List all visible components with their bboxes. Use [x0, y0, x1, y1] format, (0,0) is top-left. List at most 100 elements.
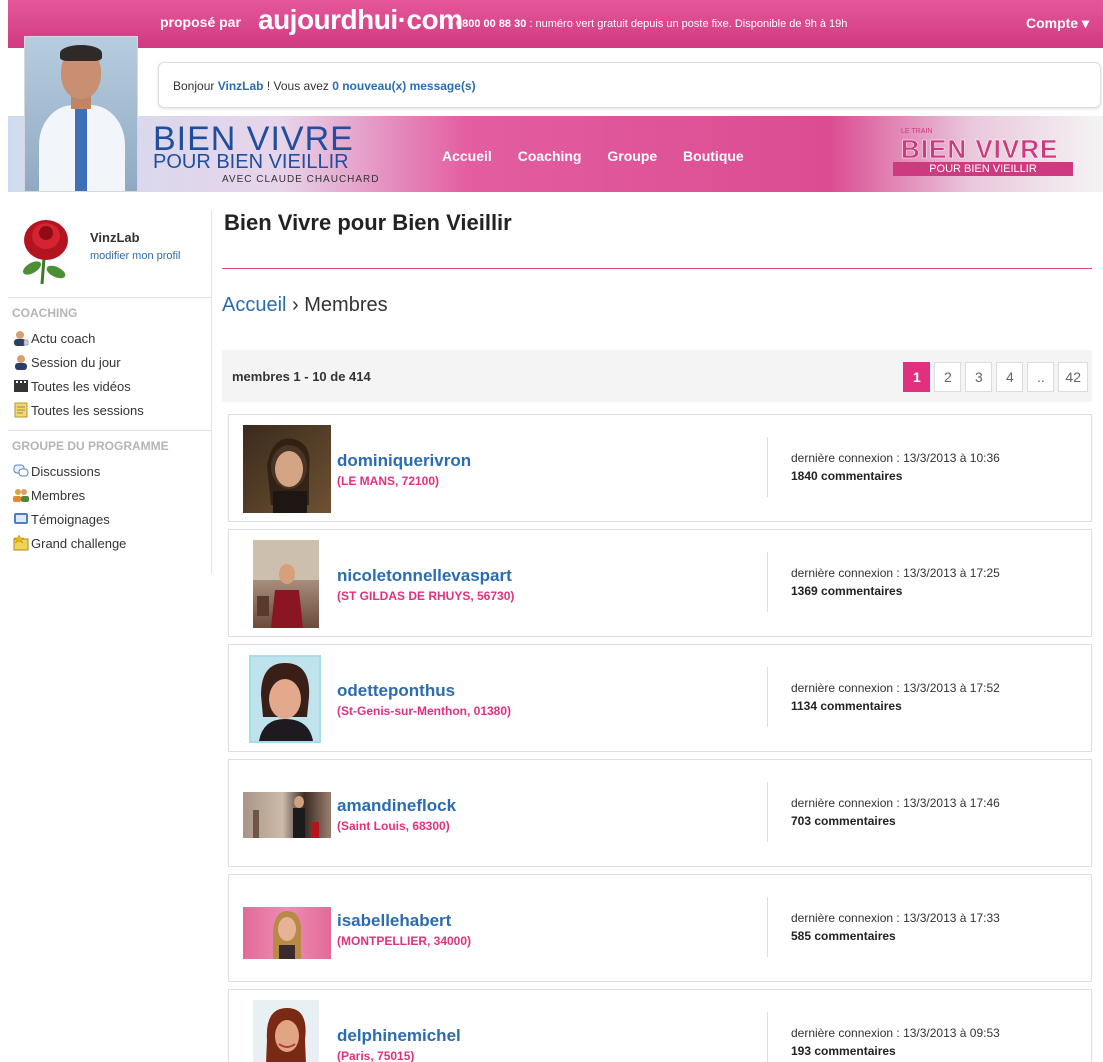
sidebar-item-label: Toutes les sessions — [31, 402, 144, 418]
avatar[interactable] — [18, 218, 74, 284]
member-divider — [767, 667, 768, 727]
members-icon — [12, 487, 29, 503]
sidebar-divider — [8, 430, 211, 431]
sidebar-item-toutes-les-sessions[interactable]: Toutes les sessions — [12, 398, 211, 422]
member-avatar[interactable] — [243, 425, 331, 513]
member-avatar[interactable] — [253, 540, 319, 628]
member-last-login: dernière connexion : 13/3/2013 à 09:53 — [791, 1026, 1000, 1040]
members-list-header: membres 1 - 10 de 414 1 2 3 4 .. 42 — [222, 350, 1092, 402]
group-list: Discussions Membres Témoignages Grand ch… — [8, 459, 211, 555]
nav-boutique[interactable]: Boutique — [683, 148, 744, 164]
member-card: amandineflock (Saint Louis, 68300) derni… — [228, 759, 1092, 867]
member-name-link[interactable]: amandineflock — [337, 796, 456, 816]
member-last-login: dernière connexion : 13/3/2013 à 17:46 — [791, 796, 1000, 810]
sidebar-item-label: Toutes les vidéos — [31, 378, 131, 394]
member-name-link[interactable]: dominiquerivron — [337, 451, 471, 471]
member-name-link[interactable]: delphinemichel — [337, 1026, 461, 1046]
account-menu[interactable]: Compte ▾ — [1026, 15, 1089, 32]
sidebar-item-toutes-les-videos[interactable]: Toutes les vidéos — [12, 374, 211, 398]
member-name-link[interactable]: isabellehabert — [337, 911, 451, 931]
member-divider — [767, 1012, 768, 1062]
sidebar-item-session-du-jour[interactable]: Session du jour — [12, 350, 211, 374]
page-title: Bien Vivre pour Bien Vieillir — [224, 210, 512, 235]
train-logo-big: BIEN VIVRE — [901, 134, 1059, 165]
proposed-by-text: proposé par — [160, 14, 241, 30]
member-comments: 703 commentaires — [791, 814, 896, 828]
member-divider — [767, 552, 768, 612]
aujourdhui-logo[interactable]: aujourdhui·com — [258, 4, 463, 36]
member-last-login: dernière connexion : 13/3/2013 à 17:25 — [791, 566, 1000, 580]
film-icon — [12, 378, 29, 394]
member-card: nicoletonnellevaspart (ST GILDAS DE RHUY… — [228, 529, 1092, 637]
messages-link[interactable]: 0 nouveau(x) message(s) — [332, 79, 475, 93]
member-avatar[interactable] — [249, 655, 321, 743]
breadcrumb-current: Membres — [304, 294, 388, 316]
title-divider — [222, 268, 1092, 269]
member-location: (LE MANS, 72100) — [337, 474, 440, 488]
member-comments: 1134 commentaires — [791, 699, 902, 713]
members-list: dominiquerivron (LE MANS, 72100) dernièr… — [228, 414, 1092, 1062]
nav-coaching[interactable]: Coaching — [518, 148, 582, 164]
member-card: dominiquerivron (LE MANS, 72100) dernièr… — [228, 414, 1092, 522]
user-icon — [12, 354, 29, 370]
member-last-login: dernière connexion : 13/3/2013 à 17:33 — [791, 911, 1000, 925]
sidebar-item-discussions[interactable]: Discussions — [12, 459, 211, 483]
member-location: (ST GILDAS DE RHUYS, 56730) — [337, 589, 515, 603]
coaching-section-title: COACHING — [12, 306, 78, 320]
sidebar-item-temoignages[interactable]: Témoignages — [12, 507, 211, 531]
group-section-title: GROUPE DU PROGRAMME — [12, 439, 169, 453]
sidebar-item-label: Grand challenge — [31, 535, 127, 551]
phone-info: 0800 00 88 30 : numéro vert gratuit depu… — [456, 18, 847, 30]
member-divider — [767, 437, 768, 497]
member-card: isabellehabert (MONTPELLIER, 34000) dern… — [228, 874, 1092, 982]
member-avatar[interactable] — [243, 792, 331, 838]
member-comments: 585 commentaires — [791, 929, 896, 943]
member-name-link[interactable]: odetteponthus — [337, 681, 455, 701]
sidebar-item-grand-challenge[interactable]: Grand challenge — [12, 531, 211, 555]
greeting-text: Bonjour VinzLab ! Vous avez 0 nouveau(x)… — [173, 79, 476, 93]
sidebar-item-label: Témoignages — [31, 511, 110, 527]
page-1-button[interactable]: 1 — [903, 362, 931, 392]
member-name-link[interactable]: nicoletonnellevaspart — [337, 566, 512, 586]
header-banner: BIEN VIVRE POUR BIEN VIEILLIR AVEC CLAUD… — [8, 116, 1103, 192]
member-location: (St-Genis-sur-Menthon, 01380) — [337, 704, 512, 718]
sidebar-item-label: Membres — [31, 487, 86, 503]
coach-icon — [12, 330, 29, 346]
greeting-middle: ! Vous avez — [263, 79, 333, 93]
breadcrumb-home-link[interactable]: Accueil — [222, 294, 286, 316]
member-card: delphinemichel (Paris, 75015) dernière c… — [228, 989, 1092, 1062]
sidebar-item-label: Session du jour — [31, 354, 121, 370]
phone-text: : numéro vert gratuit depuis un poste fi… — [526, 18, 848, 30]
breadcrumb-separator: › — [286, 294, 305, 316]
member-avatar[interactable] — [243, 907, 331, 959]
banner-subtitle: POUR BIEN VIEILLIR — [153, 151, 349, 173]
page-ellipsis: .. — [1027, 362, 1055, 392]
sidebar-profile: VinzLab modifier mon profil — [8, 210, 211, 298]
member-last-login: dernière connexion : 13/3/2013 à 17:52 — [791, 681, 1000, 695]
page-2-button[interactable]: 2 — [934, 362, 962, 392]
nav-accueil[interactable]: Accueil — [442, 148, 492, 164]
main-nav: Accueil Coaching Groupe Boutique — [442, 148, 766, 164]
nav-groupe[interactable]: Groupe — [607, 148, 657, 164]
breadcrumb: Accueil › Membres — [222, 294, 388, 317]
greeting-username-link[interactable]: VinzLab — [218, 79, 264, 93]
member-location: (Paris, 75015) — [337, 1049, 415, 1062]
member-location: (Saint Louis, 68300) — [337, 819, 450, 833]
phone-number: 0800 00 88 30 — [456, 18, 527, 30]
page-4-button[interactable]: 4 — [996, 362, 1024, 392]
sidebar-item-actu-coach[interactable]: Actu coach — [12, 326, 211, 350]
member-comments: 1840 commentaires — [791, 469, 903, 483]
member-last-login: dernière connexion : 13/3/2013 à 10:36 — [791, 451, 1000, 465]
edit-profile-link[interactable]: modifier mon profil — [90, 250, 180, 262]
member-card: odetteponthus (St-Genis-sur-Menthon, 013… — [228, 644, 1092, 752]
sidebar-item-membres[interactable]: Membres — [12, 483, 211, 507]
banner-byline: AVEC CLAUDE CHAUCHARD — [222, 174, 380, 185]
member-divider — [767, 782, 768, 842]
train-logo[interactable]: LE TRAIN BIEN VIVRE POUR BIEN VIEILLIR — [885, 128, 1081, 180]
sidebar-username[interactable]: VinzLab — [90, 230, 140, 245]
member-comments: 1369 commentaires — [791, 584, 903, 598]
page-3-button[interactable]: 3 — [965, 362, 993, 392]
page-last-button[interactable]: 42 — [1058, 362, 1088, 392]
member-avatar[interactable] — [253, 1000, 319, 1062]
member-location: (MONTPELLIER, 34000) — [337, 934, 472, 948]
